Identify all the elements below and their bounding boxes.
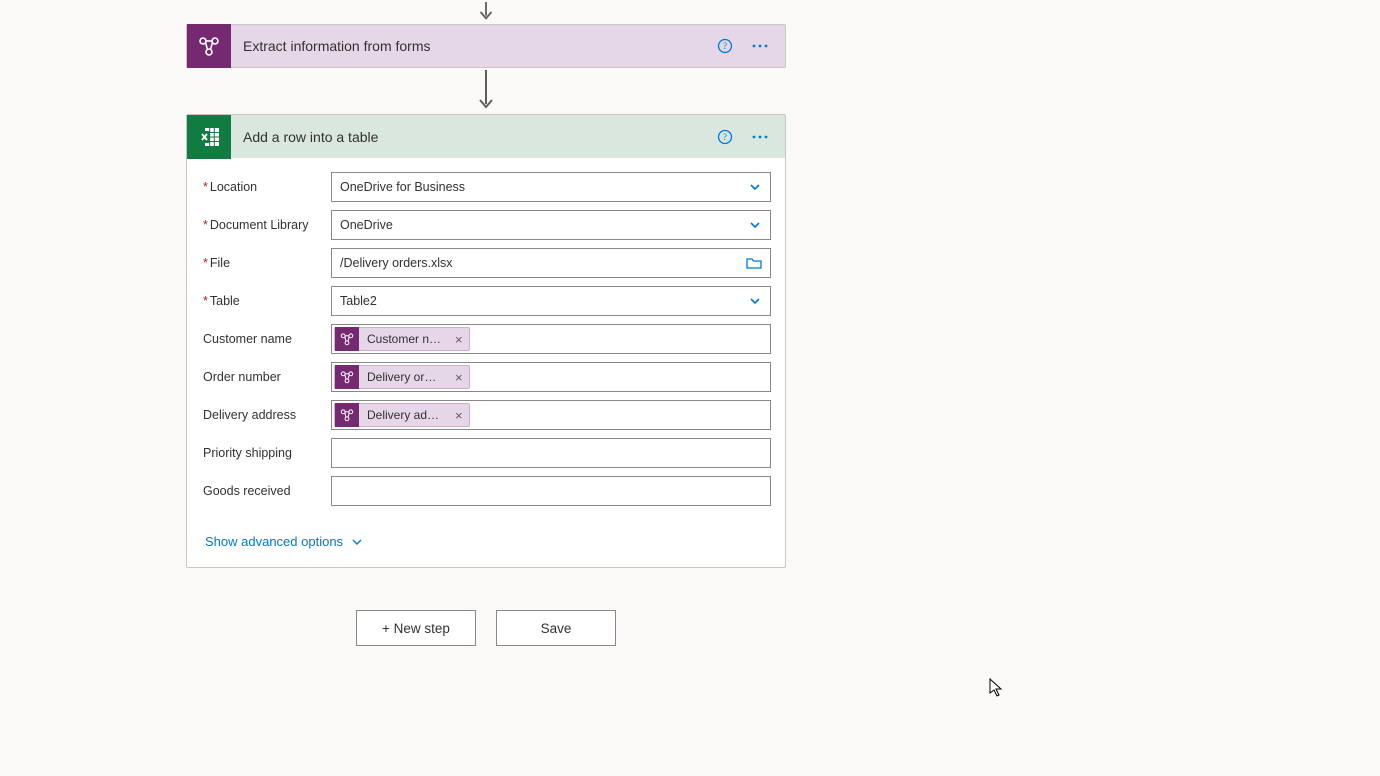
field-priority-shipping: Priority shipping xyxy=(201,438,771,468)
location-dropdown[interactable]: OneDrive for Business xyxy=(331,172,771,202)
field-goods-received: Goods received xyxy=(201,476,771,506)
field-customer-name: Customer name Customer nam… × xyxy=(201,324,771,354)
customer-name-input[interactable]: Customer nam… × xyxy=(331,324,771,354)
step-body: *Location OneDrive for Business *Documen… xyxy=(186,158,786,568)
chevron-down-icon xyxy=(748,180,762,194)
field-delivery-address: Delivery address Delivery addre… × xyxy=(201,400,771,430)
ai-builder-icon xyxy=(335,365,359,389)
field-label: Goods received xyxy=(201,484,331,498)
new-step-button[interactable]: + New step xyxy=(356,610,476,646)
remove-token-icon[interactable]: × xyxy=(449,371,469,384)
help-icon[interactable]: ? xyxy=(717,38,733,54)
svg-text:?: ? xyxy=(723,41,727,51)
remove-token-icon[interactable]: × xyxy=(449,409,469,422)
priority-shipping-input[interactable] xyxy=(331,438,771,468)
advanced-label: Show advanced options xyxy=(205,534,343,549)
field-label: Table xyxy=(210,294,240,308)
token-label: Delivery order … xyxy=(359,370,449,384)
more-icon[interactable] xyxy=(751,38,769,54)
file-picker[interactable]: /Delivery orders.xlsx xyxy=(331,248,771,278)
folder-icon[interactable] xyxy=(746,256,762,270)
token-label: Customer nam… xyxy=(359,332,449,346)
file-value: /Delivery orders.xlsx xyxy=(340,256,740,270)
field-table: *Table Table2 xyxy=(201,286,771,316)
step-header[interactable]: Add a row into a table ? xyxy=(186,114,786,158)
field-label: Document Library xyxy=(210,218,309,232)
field-label: Customer name xyxy=(201,332,331,346)
chevron-down-icon xyxy=(748,294,762,308)
order-number-input[interactable]: Delivery order … × xyxy=(331,362,771,392)
field-label: Priority shipping xyxy=(201,446,331,460)
ai-builder-icon xyxy=(335,327,359,351)
dynamic-token[interactable]: Delivery order … × xyxy=(334,365,470,389)
ai-builder-icon xyxy=(187,24,231,68)
excel-icon xyxy=(187,115,231,159)
dropdown-value: OneDrive for Business xyxy=(340,180,742,194)
step-title: Extract information from forms xyxy=(231,38,717,54)
field-document-library: *Document Library OneDrive xyxy=(201,210,771,240)
dynamic-token[interactable]: Delivery addre… × xyxy=(334,403,470,427)
table-dropdown[interactable]: Table2 xyxy=(331,286,771,316)
mouse-cursor-icon xyxy=(989,678,1005,698)
field-file: *File /Delivery orders.xlsx xyxy=(201,248,771,278)
arrow-down-icon xyxy=(476,2,496,22)
svg-text:?: ? xyxy=(723,132,727,142)
step-extract-information-from-forms[interactable]: Extract information from forms ? xyxy=(186,24,786,68)
field-label: Location xyxy=(210,180,257,194)
arrow-down-icon xyxy=(476,70,496,112)
field-label: File xyxy=(210,256,230,270)
more-icon[interactable] xyxy=(751,129,769,145)
dropdown-value: OneDrive xyxy=(340,218,742,232)
step-title: Add a row into a table xyxy=(231,129,717,145)
field-order-number: Order number Delivery order … × xyxy=(201,362,771,392)
delivery-address-input[interactable]: Delivery addre… × xyxy=(331,400,771,430)
step-add-a-row-into-a-table: Add a row into a table ? *Location xyxy=(186,114,786,568)
dropdown-value: Table2 xyxy=(340,294,742,308)
field-label: Delivery address xyxy=(201,408,331,422)
goods-received-input[interactable] xyxy=(331,476,771,506)
dynamic-token[interactable]: Customer nam… × xyxy=(334,327,470,351)
document-library-dropdown[interactable]: OneDrive xyxy=(331,210,771,240)
show-advanced-options[interactable]: Show advanced options xyxy=(201,534,363,549)
field-label: Order number xyxy=(201,370,331,384)
flow-connector-arrow xyxy=(186,0,786,24)
ai-builder-icon xyxy=(335,403,359,427)
help-icon[interactable]: ? xyxy=(717,129,733,145)
chevron-down-icon xyxy=(351,536,363,548)
chevron-down-icon xyxy=(748,218,762,232)
field-location: *Location OneDrive for Business xyxy=(201,172,771,202)
action-buttons-row: + New step Save xyxy=(186,610,786,646)
token-label: Delivery addre… xyxy=(359,408,449,422)
flow-connector-arrow xyxy=(186,68,786,114)
remove-token-icon[interactable]: × xyxy=(449,333,469,346)
save-button[interactable]: Save xyxy=(496,610,616,646)
